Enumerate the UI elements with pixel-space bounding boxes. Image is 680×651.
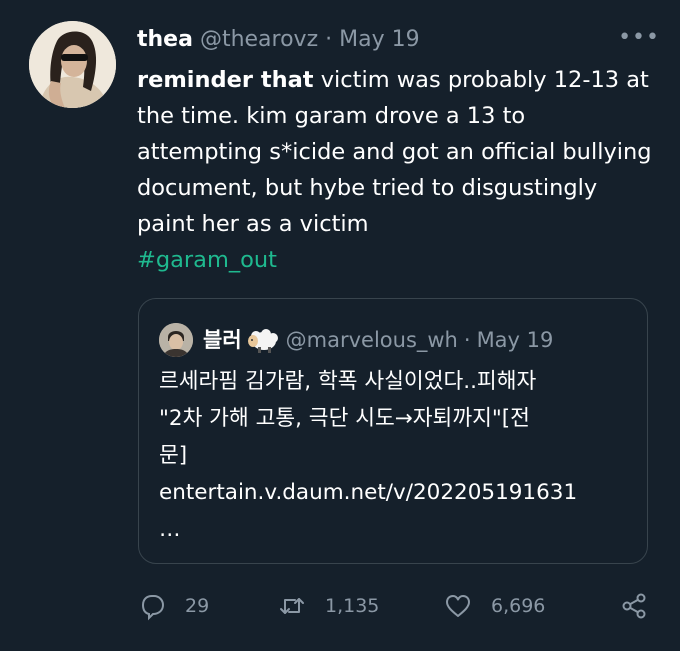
author-name[interactable]: thea xyxy=(137,27,193,52)
quoted-tweet-header: 블러 @marvelous_wh · May 19 xyxy=(159,323,553,357)
more-icon[interactable]: ••• xyxy=(618,24,660,52)
sheep-emoji-icon xyxy=(247,329,278,353)
quoted-author-name[interactable]: 블러 xyxy=(203,323,242,357)
quoted-date[interactable]: May 19 xyxy=(477,323,554,357)
tweet-header: thea @thearovz · May 19 ••• xyxy=(137,24,660,56)
reply-button[interactable]: 29 xyxy=(137,588,209,624)
tweet-date[interactable]: May 19 xyxy=(339,27,419,52)
tweet-text: reminder that victim was probably 12-13 … xyxy=(137,62,657,278)
quoted-text-line: "2차 가해 고통, 극단 시도→자퇴까지"[전 xyxy=(159,406,530,431)
share-icon xyxy=(622,593,646,619)
share-button[interactable] xyxy=(619,588,649,624)
like-button[interactable]: 6,696 xyxy=(443,588,545,624)
separator: · xyxy=(325,27,333,52)
quoted-tweet-text: 르세라핌 김가람, 학폭 사실이었다..피해자 "2차 가해 고통, 극단 시도… xyxy=(159,363,629,548)
retweet-button[interactable]: 1,135 xyxy=(277,588,379,624)
retweet-icon xyxy=(280,598,304,614)
author-handle[interactable]: @thearovz xyxy=(200,27,318,52)
like-count: 6,696 xyxy=(491,595,546,617)
quoted-author-handle[interactable]: @marvelous_wh xyxy=(286,323,458,357)
heart-icon xyxy=(446,595,470,617)
avatar[interactable] xyxy=(29,21,116,108)
reply-icon xyxy=(141,595,165,621)
quoted-separator: · xyxy=(463,328,471,352)
quoted-text-line: 르세라핌 김가람, 학폭 사실이었다..피해자 xyxy=(159,369,537,394)
tweet: thea @thearovz · May 19 ••• reminder tha… xyxy=(0,0,680,651)
reply-count: 29 xyxy=(185,595,210,617)
hashtag-link[interactable]: #garam_out xyxy=(137,242,657,278)
quoted-text-line: 문] xyxy=(159,443,188,468)
quoted-link[interactable]: entertain.v.daum.net/v/202205191631 xyxy=(159,474,629,511)
quoted-tweet[interactable]: 블러 @marvelous_wh · May 19 르세라핌 김가람, 학폭 사… xyxy=(138,298,648,564)
tweet-text-bold: reminder that xyxy=(137,67,314,93)
quoted-avatar[interactable] xyxy=(159,323,193,357)
retweet-count: 1,135 xyxy=(325,595,380,617)
quoted-text-ellipsis: … xyxy=(159,517,181,542)
action-bar: 29 1,135 6,696 xyxy=(137,588,657,624)
